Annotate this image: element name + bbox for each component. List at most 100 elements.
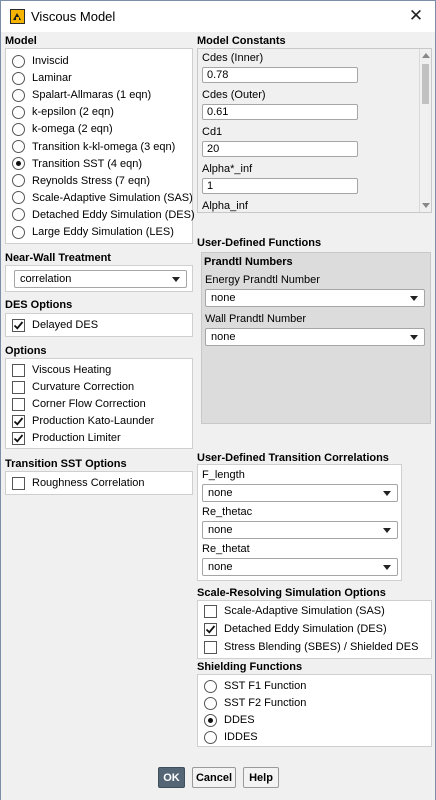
- scale-resolving-checkbox-row[interactable]: Detached Eddy Simulation (DES): [204, 621, 387, 637]
- window-title: Viscous Model: [31, 9, 116, 24]
- title-bar[interactable]: Viscous Model ✕: [1, 1, 435, 32]
- options-checkbox-row[interactable]: Production Kato-Launder: [12, 413, 154, 429]
- constant-label: Cd1: [202, 126, 223, 138]
- radio-button[interactable]: [204, 730, 217, 744]
- udtc-label: User-Defined Transition Correlations: [197, 452, 389, 464]
- near-wall-label: Near-Wall Treatment: [5, 252, 111, 264]
- udtc-select[interactable]: none: [202, 521, 398, 539]
- help-button[interactable]: Help: [243, 767, 279, 788]
- options-group: Viscous Heating Curvature Correction Corne…: [5, 358, 193, 449]
- cancel-button[interactable]: Cancel: [192, 767, 236, 788]
- radio-button[interactable]: [12, 88, 25, 102]
- wall-prandtl-value: none: [211, 331, 236, 343]
- radio-button[interactable]: [12, 208, 25, 222]
- model-option-label: Large Eddy Simulation (LES): [32, 226, 174, 238]
- options-checkbox-label: Curvature Correction: [32, 381, 135, 393]
- shielding-group: SST F1 Function SST F2 Function DDES IDDES: [197, 674, 432, 747]
- udtc-value: none: [208, 524, 233, 536]
- close-button[interactable]: ✕: [403, 4, 429, 28]
- checkbox-checked[interactable]: [12, 414, 25, 428]
- model-option[interactable]: k-epsilon (2 eqn): [12, 104, 114, 120]
- model-group: Inviscid Laminar Spalart-Allmaras (1 eqn) k…: [5, 48, 195, 244]
- options-checkbox-row[interactable]: Production Limiter: [12, 430, 121, 446]
- model-option-label: Detached Eddy Simulation (DES): [32, 208, 195, 221]
- options-checkbox-label: Viscous Heating: [32, 364, 112, 376]
- radio-button[interactable]: [12, 122, 25, 136]
- radio-button[interactable]: [12, 191, 25, 205]
- checkbox[interactable]: [12, 397, 25, 411]
- model-option-label: k-omega (2 eqn): [32, 123, 113, 136]
- shielding-option[interactable]: SST F1 Function: [204, 678, 306, 694]
- radio-button[interactable]: [12, 105, 25, 119]
- ok-button[interactable]: OK: [158, 767, 185, 788]
- radio-button[interactable]: [12, 174, 25, 188]
- scale-resolving-checkbox-label: Scale-Adaptive Simulation (SAS): [224, 605, 385, 617]
- energy-prandtl-select[interactable]: none: [205, 289, 425, 307]
- radio-button[interactable]: [204, 696, 217, 710]
- scroll-thumb[interactable]: [422, 64, 429, 104]
- dialog-body: Model Inviscid Laminar Spalart-Allmaras (1…: [1, 32, 435, 800]
- model-option[interactable]: k-omega (2 eqn): [12, 121, 113, 137]
- udtc-select[interactable]: none: [202, 484, 398, 502]
- wall-prandtl-select[interactable]: none: [205, 328, 425, 346]
- model-option[interactable]: Laminar: [12, 70, 72, 86]
- radio-button[interactable]: [12, 54, 25, 68]
- model-constants-panel[interactable]: Cdes (Inner) 0.78 Cdes (Outer) 0.61 Cd1 20 Alp…: [197, 48, 432, 213]
- transition-sst-options-label: Transition SST Options: [5, 458, 127, 470]
- options-checkbox-label: Production Limiter: [32, 432, 121, 444]
- options-label: Options: [5, 345, 47, 357]
- radio-button[interactable]: [12, 225, 25, 239]
- options-checkbox-row[interactable]: Corner Flow Correction: [12, 396, 146, 412]
- scroll-up-arrow-icon[interactable]: [422, 53, 430, 58]
- shielding-option[interactable]: IDDES: [204, 729, 258, 745]
- radio-button[interactable]: [204, 713, 217, 727]
- checkbox[interactable]: [12, 476, 25, 490]
- shielding-option-label: DDES: [224, 714, 255, 726]
- checkbox-checked[interactable]: [12, 431, 25, 445]
- checkbox[interactable]: [12, 363, 25, 377]
- radio-button[interactable]: [204, 679, 217, 693]
- checkbox[interactable]: [204, 640, 217, 654]
- des-checkbox-row[interactable]: Delayed DES: [12, 317, 98, 333]
- chevron-down-icon: [172, 277, 180, 282]
- model-option[interactable]: Transition SST (4 eqn): [12, 156, 142, 172]
- scale-resolving-checkbox-row[interactable]: Scale-Adaptive Simulation (SAS): [204, 603, 385, 619]
- constant-input[interactable]: 0.61: [202, 104, 358, 120]
- model-option[interactable]: Large Eddy Simulation (LES): [12, 224, 174, 240]
- model-option[interactable]: Spalart-Allmaras (1 eqn): [12, 87, 151, 103]
- options-checkbox-row[interactable]: Curvature Correction: [12, 379, 134, 395]
- checkbox-checked[interactable]: [204, 622, 217, 636]
- udtc-select[interactable]: none: [202, 558, 398, 576]
- constant-label: Cdes (Outer): [202, 89, 266, 101]
- model-option[interactable]: Transition k-kl-omega (3 eqn): [12, 139, 175, 155]
- constants-scrollbar[interactable]: [419, 49, 431, 212]
- radio-button[interactable]: [12, 157, 25, 171]
- model-option-label: Scale-Adaptive Simulation (SAS): [32, 191, 193, 204]
- shielding-option[interactable]: DDES: [204, 712, 255, 728]
- radio-button[interactable]: [12, 71, 25, 85]
- model-option[interactable]: Detached Eddy Simulation (DES): [12, 207, 195, 223]
- model-label: Model: [5, 35, 37, 47]
- checkbox-checked[interactable]: [12, 318, 25, 332]
- checkbox[interactable]: [12, 380, 25, 394]
- des-checkbox-label: Delayed DES: [32, 319, 99, 331]
- transition-sst-checkbox-row[interactable]: Roughness Correlation: [12, 475, 145, 491]
- close-icon: ✕: [408, 6, 424, 25]
- shielding-option-label: IDDES: [224, 731, 258, 743]
- constant-input[interactable]: 0.78: [202, 67, 358, 83]
- checkbox[interactable]: [204, 604, 217, 618]
- model-option[interactable]: Reynolds Stress (7 eqn): [12, 173, 150, 189]
- scale-resolving-checkbox-row[interactable]: Stress Blending (SBES) / Shielded DES: [204, 639, 418, 655]
- model-option[interactable]: Scale-Adaptive Simulation (SAS): [12, 190, 193, 206]
- near-wall-select[interactable]: correlation: [14, 270, 187, 288]
- constant-input[interactable]: 1: [202, 178, 358, 194]
- shielding-option[interactable]: SST F2 Function: [204, 695, 306, 711]
- model-option-label: Laminar: [32, 72, 72, 85]
- options-checkbox-row[interactable]: Viscous Heating: [12, 362, 111, 378]
- options-checkbox-label: Production Kato-Launder: [32, 415, 155, 427]
- energy-prandtl-value: none: [211, 292, 236, 304]
- constant-input[interactable]: 20: [202, 141, 358, 157]
- radio-button[interactable]: [12, 140, 25, 153]
- scroll-down-arrow-icon[interactable]: [422, 203, 430, 208]
- model-option[interactable]: Inviscid: [12, 53, 69, 69]
